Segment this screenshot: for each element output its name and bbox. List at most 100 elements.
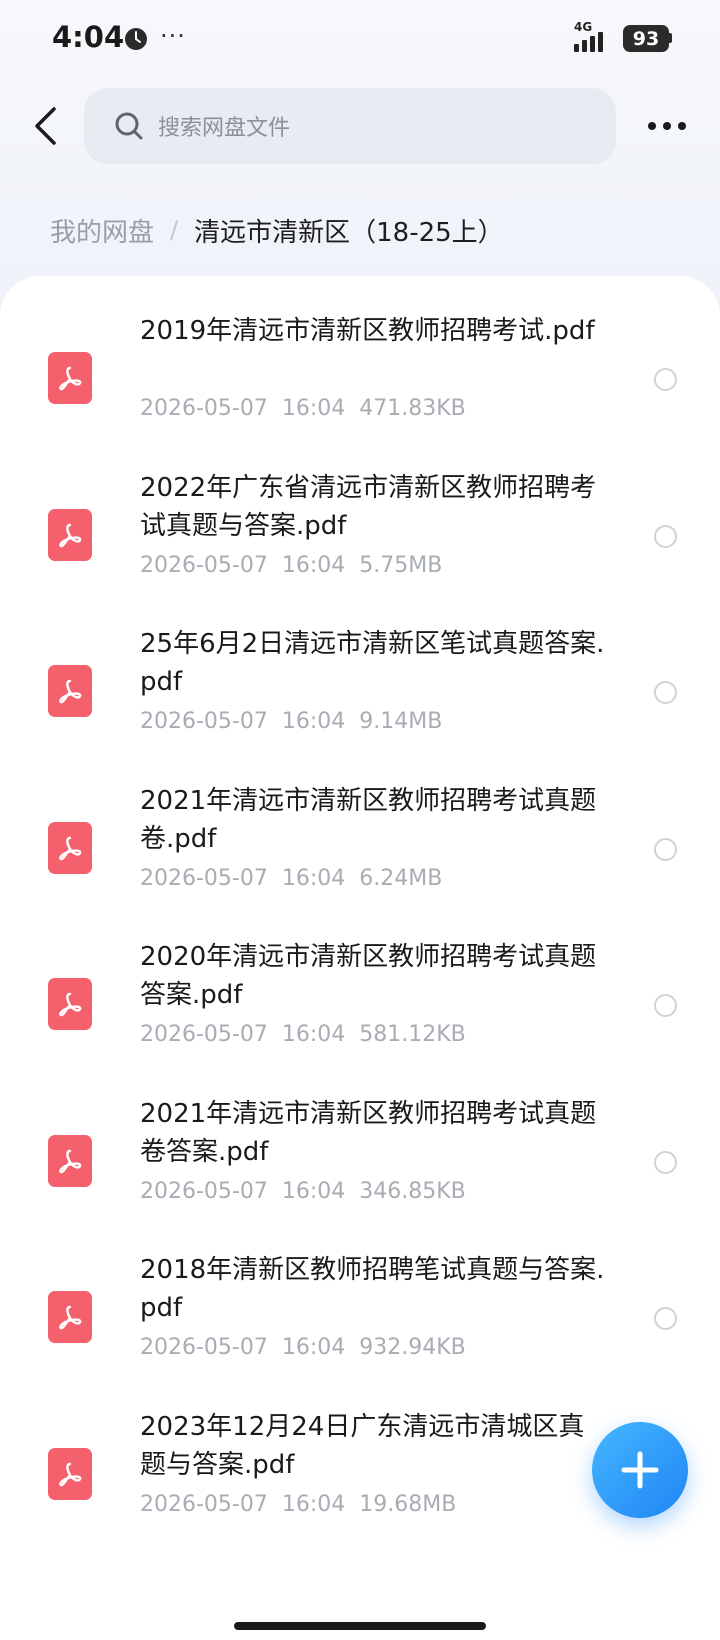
file-time: 16:04 xyxy=(281,552,346,578)
breadcrumb-separator: / xyxy=(170,216,179,244)
home-indicator[interactable] xyxy=(234,1622,486,1630)
status-time: 4:04 xyxy=(52,20,125,54)
select-checkbox[interactable] xyxy=(654,837,677,861)
file-size: 346.85KB xyxy=(359,1178,466,1204)
file-list-item[interactable]: 25年6月2日清远市清新区笔试真题答案.pdf 2026-05-07 16:04 … xyxy=(0,625,720,782)
file-name: 2023年12月24日广东清远市清城区真题与答案.pdf xyxy=(140,1411,585,1480)
select-checkbox[interactable] xyxy=(654,1150,677,1174)
more-options-button[interactable] xyxy=(644,108,690,144)
file-list-item[interactable]: 2019年清远市清新区教师招聘考试.pdf 2026-05-07 16:04 47… xyxy=(0,312,720,469)
file-date: 2026-05-07 xyxy=(140,865,268,891)
meta-spacer xyxy=(268,553,282,578)
file-size: 581.12KB xyxy=(359,1022,466,1047)
select-checkbox[interactable] xyxy=(654,994,677,1017)
meta-spacer xyxy=(268,1179,282,1204)
file-time: 16:04 xyxy=(281,1022,346,1047)
file-name: 2022年广东省清远市清新区教师招聘考试真题与答案.pdf xyxy=(140,472,597,541)
breadcrumb-root[interactable]: 我的网盘 xyxy=(50,212,154,249)
file-time: 16:04 xyxy=(281,1178,346,1204)
pdf-icon xyxy=(48,508,92,561)
select-checkbox[interactable] xyxy=(654,524,677,548)
file-time: 16:04 xyxy=(281,396,346,421)
file-date: 2026-05-07 xyxy=(140,1491,268,1517)
meta-spacer xyxy=(345,709,359,734)
file-time: 16:04 xyxy=(281,1335,346,1360)
meta-spacer xyxy=(268,1335,282,1360)
pdf-icon xyxy=(48,1134,92,1187)
file-date: 2026-05-07 xyxy=(140,552,268,578)
select-checkbox[interactable] xyxy=(654,681,677,704)
status-more-dots: ··· xyxy=(160,22,186,50)
battery-indicator: 93 xyxy=(623,25,669,52)
pdf-icon xyxy=(48,665,92,717)
meta-spacer xyxy=(345,1335,359,1360)
breadcrumb: 我的网盘 / 清远市清新区（18-25上） xyxy=(50,210,504,250)
file-meta: 2026-05-07 16:04 5.75MB xyxy=(140,553,442,578)
file-size: 9.14MB xyxy=(359,709,443,734)
back-button[interactable] xyxy=(24,100,66,152)
file-time: 16:04 xyxy=(281,865,346,891)
meta-spacer xyxy=(345,1022,359,1047)
file-date: 2026-05-07 xyxy=(140,396,268,421)
file-size: 19.68MB xyxy=(359,1491,457,1517)
signal-icon xyxy=(574,32,603,52)
file-meta: 2026-05-07 16:04 581.12KB xyxy=(140,1022,466,1047)
search-placeholder: 搜索网盘文件 xyxy=(158,116,291,141)
file-name: 2021年清远市清新区教师招聘考试真题卷答案.pdf xyxy=(140,1098,597,1167)
pdf-icon xyxy=(48,1447,92,1500)
file-meta: 2026-05-07 16:04 9.14MB xyxy=(140,709,442,734)
pdf-icon xyxy=(48,352,92,404)
pdf-icon xyxy=(48,821,92,874)
pdf-icon xyxy=(48,978,92,1030)
meta-spacer xyxy=(345,1492,359,1517)
file-size: 5.75MB xyxy=(359,552,443,578)
file-date: 2026-05-07 xyxy=(140,1178,268,1204)
file-list-item[interactable]: 2021年清远市清新区教师招聘考试真题卷答案.pdf 2026-05-07 16:… xyxy=(0,1095,720,1252)
file-meta: 2026-05-07 16:04 346.85KB xyxy=(140,1179,466,1204)
meta-spacer xyxy=(345,396,359,421)
battery-level: 93 xyxy=(632,27,660,50)
meta-spacer xyxy=(345,866,359,891)
meta-spacer xyxy=(268,1022,282,1047)
file-name: 25年6月2日清远市清新区笔试真题答案.pdf xyxy=(140,629,605,697)
file-size: 932.94KB xyxy=(359,1335,466,1360)
file-meta: 2026-05-07 16:04 932.94KB xyxy=(140,1335,466,1360)
file-date: 2026-05-07 xyxy=(140,1335,268,1360)
pdf-icon xyxy=(48,1291,92,1343)
add-button[interactable] xyxy=(592,1422,688,1518)
file-name: 2021年清远市清新区教师招聘考试真题卷.pdf xyxy=(140,785,597,854)
meta-spacer xyxy=(268,709,282,734)
plus-icon xyxy=(621,1451,659,1489)
meta-spacer xyxy=(268,396,282,421)
file-date: 2026-05-07 xyxy=(140,709,268,734)
file-meta: 2026-05-07 16:04 471.83KB xyxy=(140,396,466,421)
search-icon xyxy=(115,112,143,140)
file-size: 6.24MB xyxy=(359,865,443,891)
breadcrumb-current: 清远市清新区（18-25上） xyxy=(194,217,504,248)
file-time: 16:04 xyxy=(281,709,346,734)
file-name: 2018年清新区教师招聘笔试真题与答案.pdf xyxy=(140,1255,605,1323)
file-time: 16:04 xyxy=(281,1491,346,1517)
file-list-item[interactable]: 2021年清远市清新区教师招聘考试真题卷.pdf 2026-05-07 16:04… xyxy=(0,782,720,939)
meta-spacer xyxy=(345,1179,359,1204)
meta-spacer xyxy=(268,1492,282,1517)
meta-spacer xyxy=(345,553,359,578)
status-bar: 4:04 ··· 4G 93 xyxy=(0,0,720,80)
file-size: 471.83KB xyxy=(359,396,466,421)
file-date: 2026-05-07 xyxy=(140,1022,268,1047)
file-list-item[interactable]: 2020年清远市清新区教师招聘考试真题答案.pdf 2026-05-07 16:0… xyxy=(0,938,720,1095)
search-input[interactable]: 搜索网盘文件 xyxy=(84,88,616,164)
clock-icon xyxy=(125,28,147,50)
select-checkbox[interactable] xyxy=(654,1307,677,1330)
file-meta: 2026-05-07 16:04 6.24MB xyxy=(140,866,442,891)
more-horizontal-icon xyxy=(648,122,686,130)
select-checkbox[interactable] xyxy=(654,368,677,391)
file-name: 2020年清远市清新区教师招聘考试真题答案.pdf xyxy=(140,942,597,1010)
battery-tip xyxy=(668,33,672,43)
back-arrow-icon xyxy=(35,107,56,145)
file-list-item[interactable]: 2018年清新区教师招聘笔试真题与答案.pdf 2026-05-07 16:04 … xyxy=(0,1251,720,1408)
file-list: 2019年清远市清新区教师招聘考试.pdf 2026-05-07 16:04 47… xyxy=(0,312,720,1564)
file-list-item[interactable]: 2022年广东省清远市清新区教师招聘考试真题与答案.pdf 2026-05-07 … xyxy=(0,469,720,626)
meta-spacer xyxy=(268,866,282,891)
file-name: 2019年清远市清新区教师招聘考试.pdf xyxy=(140,316,595,346)
